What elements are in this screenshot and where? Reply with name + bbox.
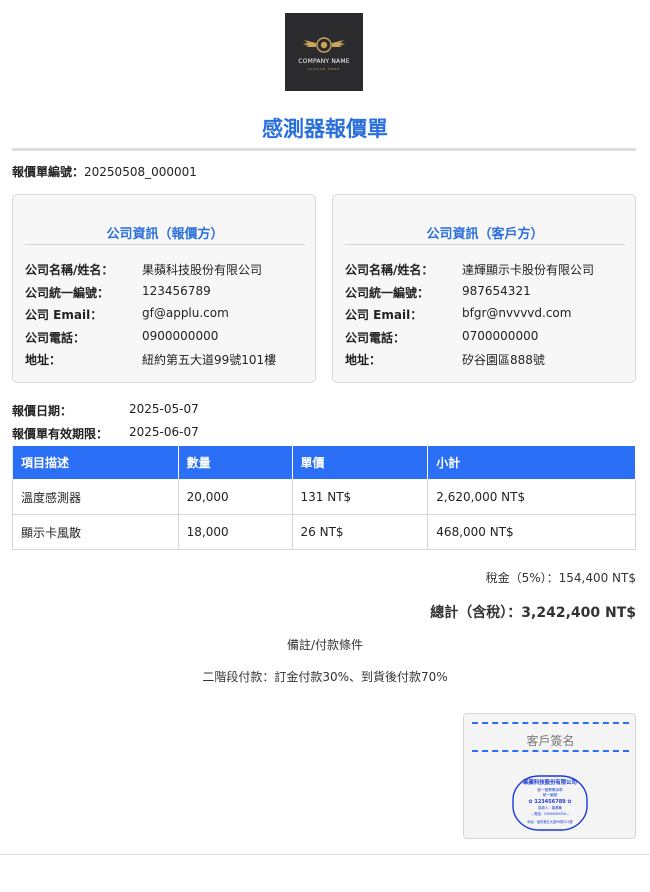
field-label: 公司 Email：: [25, 308, 103, 322]
table-header-row: 項目描述 數量 單價 小計: [12, 445, 636, 480]
cell-subtotal: 2,620,000 NT$: [427, 479, 636, 515]
field-value: 果蘋科技股份有限公司: [142, 263, 263, 277]
field-label: 地址：: [345, 353, 382, 367]
company-seal-stamp: 果蘋科技股份有限公司 統一發票專用章 統一編號 ✿ 123456789 ✿ 負責…: [512, 775, 588, 831]
field-label: 公司統一編號：: [25, 286, 110, 300]
field-value: 矽谷園區888號: [462, 353, 545, 367]
field-value: 0900000000: [142, 329, 219, 343]
field-value: 987654321: [462, 284, 531, 298]
quote-number-value: 20250508_000001: [84, 165, 197, 179]
signature-bottom-dashline: [472, 750, 629, 752]
winged-emblem-icon: [303, 36, 345, 53]
cell-quantity: 18,000: [177, 514, 293, 550]
field-label: 公司 Email：: [345, 308, 423, 322]
footer-divider: [0, 854, 650, 855]
grand-total: 總計（含稅）：3,242,400 NT$: [430, 605, 636, 621]
svg-text:地址：紐約第五大道99號101樓: 地址：紐約第五大道99號101樓: [527, 819, 573, 824]
svg-text:✿ 123456789 ✿: ✿ 123456789 ✿: [528, 799, 571, 805]
field-label: 公司名稱/姓名：: [345, 263, 434, 277]
client-info-heading: 公司資訊（客戶方）: [426, 227, 544, 242]
table-row: 顯示卡風散 18,000 26 NT$ 468,000 NT$: [12, 514, 636, 550]
cell-quantity: 20,000: [177, 479, 293, 515]
field-value: gf@applu.com: [142, 306, 229, 320]
field-label: 公司統一編號：: [345, 286, 430, 300]
field-label: 公司名稱/姓名：: [25, 263, 114, 277]
valid-until-label: 報價單有效期限：: [12, 427, 109, 441]
svg-text:果蘋科技股份有限公司: 果蘋科技股份有限公司: [523, 778, 577, 786]
page-title: 感測器報價單: [262, 117, 388, 141]
cell-subtotal: 468,000 NT$: [427, 514, 636, 550]
client-card-divider: [345, 244, 625, 245]
cell-unit-price: 131 NT$: [291, 479, 429, 515]
line-items-table: 項目描述 數量 單價 小計 溫度感測器 20,000 131 NT$ 2,620…: [12, 445, 636, 550]
table-row: 溫度感測器 20,000 131 NT$ 2,620,000 NT$: [12, 479, 636, 515]
quote-number: 報價單編號：20250508_000001: [12, 163, 197, 180]
field-value: 達輝顯示卡股份有限公司: [462, 263, 595, 277]
svg-text:負責人：果蘋華: 負責人：果蘋華: [538, 805, 562, 810]
vendor-info-card: 公司資訊（報價方） 公司名稱/姓名： 果蘋科技股份有限公司 公司統一編號： 1234…: [12, 194, 316, 383]
field-value: 紐約第五大道99號101樓: [142, 353, 277, 367]
field-value: bfgr@nvvvvd.com: [462, 306, 572, 320]
title-divider: [12, 148, 636, 151]
field-value: 0700000000: [462, 329, 539, 343]
column-header-description: 項目描述: [12, 445, 179, 480]
customer-signature-box[interactable]: 客戶簽名 果蘋科技股份有限公司 統一發票專用章 統一編號 ✿ 123456789…: [463, 713, 636, 839]
company-logo: COMPANY NAME SLOGAN HERE: [285, 13, 363, 91]
field-value: 123456789: [142, 284, 211, 298]
quote-number-label: 報價單編號：: [12, 165, 85, 179]
svg-text:統一編號: 統一編號: [543, 792, 558, 797]
vendor-card-divider: [25, 244, 305, 245]
logo-slogan: SLOGAN HERE: [307, 66, 341, 71]
remarks-body: 二階段付款：訂金付款30%、到貨後付款70%: [202, 670, 448, 684]
cell-description: 溫度感測器: [12, 479, 179, 515]
quote-date-value: 2025-05-07: [129, 402, 199, 416]
field-label: 公司電話：: [345, 331, 406, 345]
remarks-title: 備註/付款條件: [286, 638, 364, 652]
cell-unit-price: 26 NT$: [291, 514, 429, 550]
logo-company-name: COMPANY NAME: [298, 57, 350, 65]
column-header-subtotal: 小計: [427, 445, 636, 480]
client-info-card: 公司資訊（客戶方） 公司名稱/姓名： 達輝顯示卡股份有限公司 公司統一編號： 987…: [332, 194, 636, 383]
vendor-info-heading: 公司資訊（報價方）: [106, 227, 224, 242]
tax-amount: 稅金（5%）：154,400 NT$: [485, 571, 636, 585]
signature-top-dashline: [472, 722, 629, 724]
svg-text:—電話：0900000000—: —電話：0900000000—: [531, 811, 570, 816]
column-header-quantity: 數量: [177, 445, 293, 480]
column-header-unit-price: 單價: [291, 445, 429, 480]
svg-text:統一發票專用章: 統一發票專用章: [537, 787, 563, 792]
valid-until-value: 2025-06-07: [129, 425, 199, 439]
quote-date-label: 報價日期：: [12, 404, 73, 418]
signature-label: 客戶簽名: [526, 734, 575, 748]
cell-description: 顯示卡風散: [12, 514, 179, 550]
field-label: 地址：: [25, 353, 62, 367]
field-label: 公司電話：: [25, 331, 86, 345]
